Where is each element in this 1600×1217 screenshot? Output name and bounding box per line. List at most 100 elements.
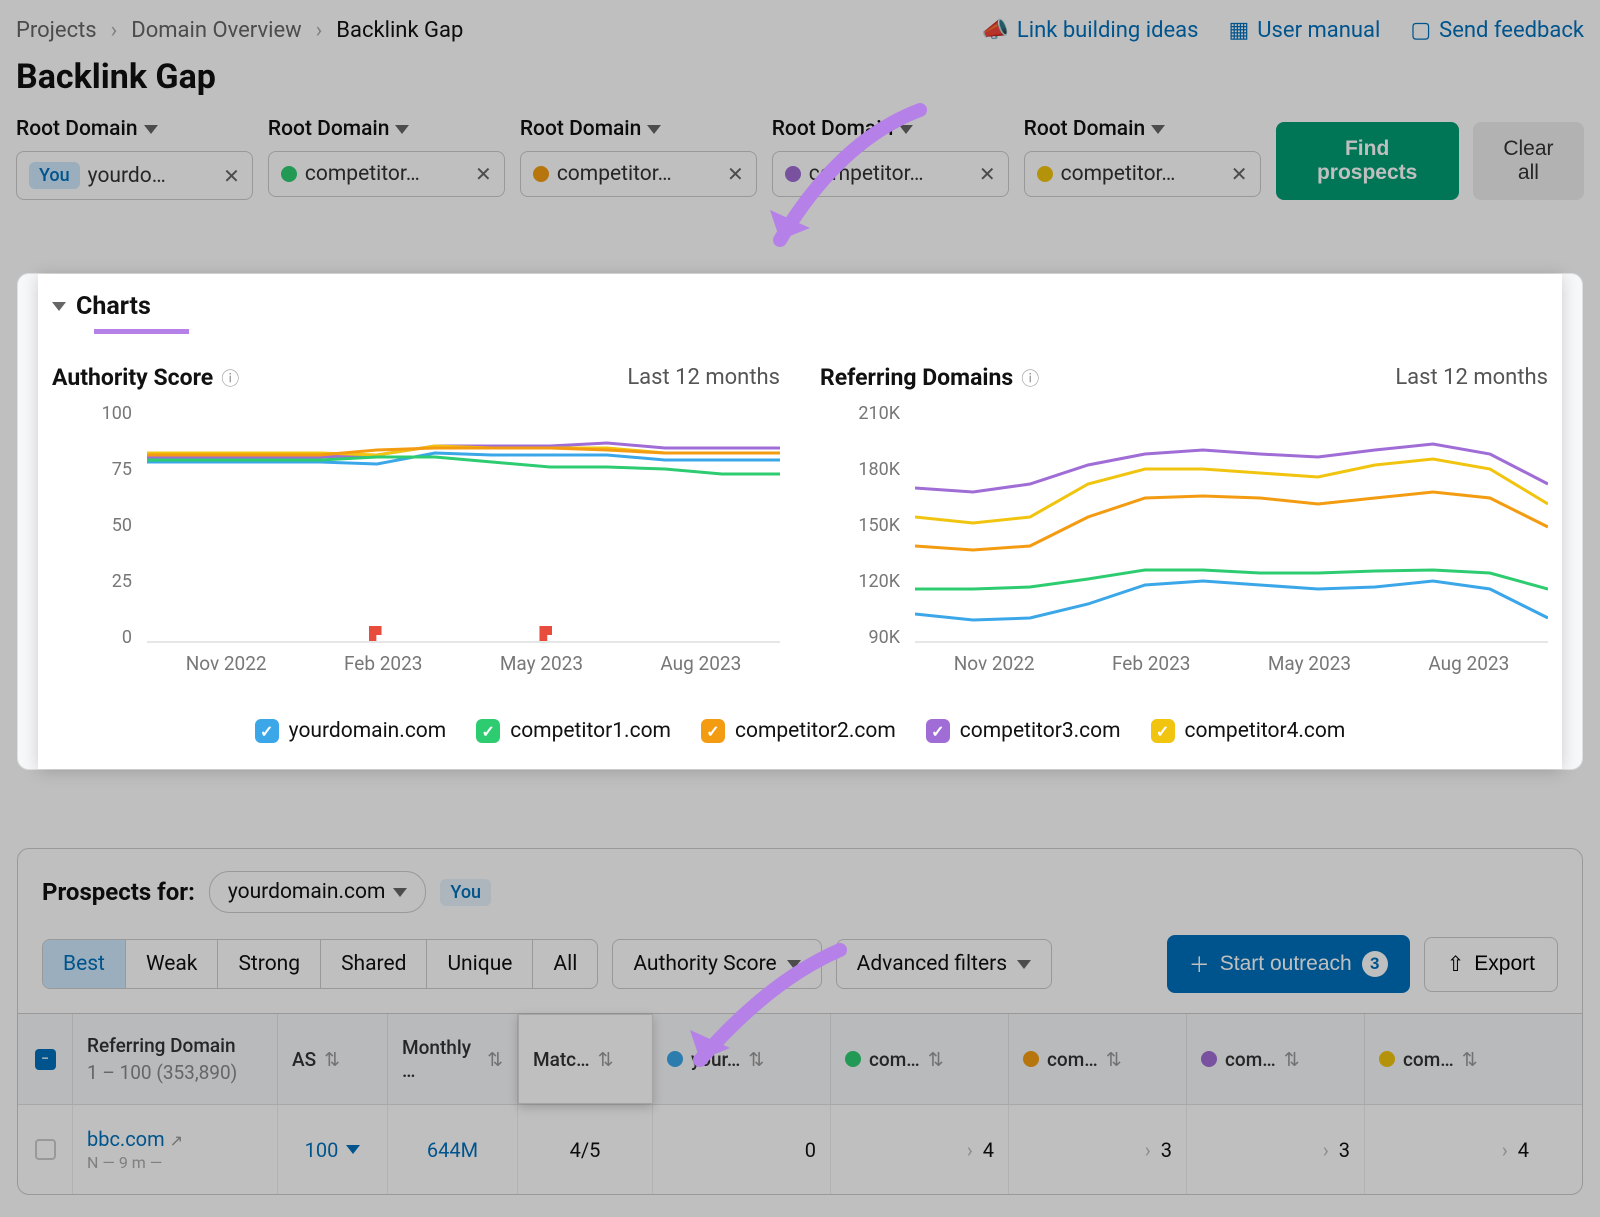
remove-domain-4[interactable]: ✕ bbox=[1231, 162, 1248, 186]
legend-competitor4[interactable]: ✓competitor4.com bbox=[1151, 719, 1346, 743]
col-referring-domain[interactable]: Referring Domain1 – 100 (353,890) bbox=[73, 1014, 278, 1104]
chevron-down-icon bbox=[395, 125, 409, 134]
legend-competitor3[interactable]: ✓competitor3.com bbox=[926, 719, 1121, 743]
cell-c4[interactable]: ›4 bbox=[1365, 1105, 1543, 1194]
col-match[interactable]: Matc…⇅ bbox=[518, 1014, 653, 1104]
seg-strong[interactable]: Strong bbox=[218, 940, 321, 988]
color-dot-green bbox=[845, 1051, 861, 1067]
page-title: Backlink Gap bbox=[0, 53, 1600, 117]
chevron-right-icon: › bbox=[967, 1138, 973, 1162]
domain-input-3[interactable]: competitor… ✕ bbox=[772, 151, 1009, 197]
remove-domain-0[interactable]: ✕ bbox=[223, 164, 240, 188]
col-comp4[interactable]: com…⇅ bbox=[1365, 1014, 1543, 1104]
referring-period: Last 12 months bbox=[1395, 365, 1548, 390]
cell-c2[interactable]: ›3 bbox=[1009, 1105, 1187, 1194]
find-prospects-button[interactable]: Find prospects bbox=[1276, 122, 1459, 200]
link-building-ideas[interactable]: 📣Link building ideas bbox=[981, 18, 1198, 43]
info-icon[interactable]: ⓘ bbox=[221, 365, 239, 391]
domain-input-0[interactable]: You yourdo… ✕ bbox=[16, 151, 253, 200]
sort-icon: ⇅ bbox=[1106, 1048, 1122, 1071]
cell-c1[interactable]: ›4 bbox=[831, 1105, 1009, 1194]
book-icon: ▦ bbox=[1228, 18, 1249, 43]
clear-all-button[interactable]: Clear all bbox=[1473, 122, 1584, 200]
domain-type-select-1[interactable]: Root Domain bbox=[268, 117, 505, 141]
cell-your: 0 bbox=[653, 1105, 831, 1194]
authority-score-filter[interactable]: Authority Score bbox=[612, 939, 821, 989]
domain-input-4[interactable]: competitor… ✕ bbox=[1024, 151, 1261, 197]
color-dot-blue bbox=[667, 1051, 683, 1067]
sort-icon: ⇅ bbox=[598, 1048, 614, 1071]
chevron-down-icon bbox=[52, 302, 66, 311]
chevron-right-icon: › bbox=[1145, 1138, 1151, 1162]
color-dot-purple bbox=[785, 166, 801, 182]
remove-domain-3[interactable]: ✕ bbox=[979, 162, 996, 186]
check-icon: ✓ bbox=[255, 719, 279, 743]
you-badge: You bbox=[29, 162, 80, 189]
domain-type-select-2[interactable]: Root Domain bbox=[520, 117, 757, 141]
color-dot-green bbox=[281, 166, 297, 182]
col-monthly[interactable]: Monthly …⇅ bbox=[388, 1014, 518, 1104]
segment-filter: Best Weak Strong Shared Unique All bbox=[42, 939, 598, 989]
breadcrumb-projects[interactable]: Projects bbox=[16, 18, 97, 43]
you-badge: You bbox=[440, 879, 491, 906]
domain-input-2[interactable]: competitor… ✕ bbox=[520, 151, 757, 197]
col-comp2[interactable]: com…⇅ bbox=[1009, 1014, 1187, 1104]
cell-monthly: 644M bbox=[388, 1105, 518, 1194]
color-dot-orange bbox=[533, 166, 549, 182]
megaphone-icon: 📣 bbox=[981, 18, 1008, 43]
seg-best[interactable]: Best bbox=[43, 940, 126, 988]
check-icon: ✓ bbox=[1151, 719, 1175, 743]
legend-competitor2[interactable]: ✓competitor2.com bbox=[701, 719, 896, 743]
domain-input-1[interactable]: competitor… ✕ bbox=[268, 151, 505, 197]
chevron-down-icon bbox=[144, 125, 158, 134]
cell-domain[interactable]: bbc.com ↗N — 9 m — bbox=[73, 1105, 278, 1194]
breadcrumb-overview[interactable]: Domain Overview bbox=[131, 18, 301, 43]
legend-competitor1[interactable]: ✓competitor1.com bbox=[476, 719, 671, 743]
row-checkbox[interactable] bbox=[35, 1139, 56, 1160]
referring-chart: 210K 180K 150K 120K 90K bbox=[820, 411, 1548, 691]
table-header: − Referring Domain1 – 100 (353,890) AS⇅ … bbox=[18, 1013, 1582, 1104]
color-dot-purple bbox=[1201, 1051, 1217, 1067]
charts-panel: Charts Authority Scoreⓘ Last 12 months 1… bbox=[17, 273, 1583, 770]
info-icon[interactable]: ⓘ bbox=[1021, 365, 1039, 391]
remove-domain-2[interactable]: ✕ bbox=[727, 162, 744, 186]
col-your[interactable]: your…⇅ bbox=[653, 1014, 831, 1104]
cell-c3[interactable]: ›3 bbox=[1187, 1105, 1365, 1194]
referring-domains-title: Referring Domainsⓘ bbox=[820, 364, 1039, 391]
seg-unique[interactable]: Unique bbox=[427, 940, 533, 988]
sort-icon: ⇅ bbox=[748, 1048, 764, 1071]
charts-toggle[interactable]: Charts bbox=[38, 274, 1562, 329]
send-feedback-link[interactable]: ▢Send feedback bbox=[1410, 18, 1584, 43]
sort-icon: ⇅ bbox=[487, 1048, 503, 1071]
sort-icon: ⇅ bbox=[1284, 1048, 1300, 1071]
col-comp1[interactable]: com…⇅ bbox=[831, 1014, 1009, 1104]
remove-domain-1[interactable]: ✕ bbox=[475, 162, 492, 186]
chevron-down-icon bbox=[787, 960, 801, 969]
sort-icon: ⇅ bbox=[1462, 1048, 1478, 1071]
seg-all[interactable]: All bbox=[533, 940, 597, 988]
col-comp3[interactable]: com…⇅ bbox=[1187, 1014, 1365, 1104]
color-dot-yellow bbox=[1379, 1051, 1395, 1067]
check-icon: ✓ bbox=[926, 719, 950, 743]
domain-type-select-4[interactable]: Root Domain bbox=[1024, 117, 1261, 141]
chevron-right-icon: › bbox=[111, 18, 118, 43]
start-outreach-button[interactable]: ＋Start outreach3 bbox=[1167, 935, 1410, 993]
prospects-domain-select[interactable]: yourdomain.com bbox=[209, 871, 427, 913]
outreach-count-badge: 3 bbox=[1362, 951, 1388, 977]
export-button[interactable]: ⇧Export bbox=[1424, 937, 1558, 992]
domain-type-select-0[interactable]: Root Domain bbox=[16, 117, 253, 141]
advanced-filters[interactable]: Advanced filters bbox=[836, 939, 1052, 989]
chevron-down-icon bbox=[346, 1145, 360, 1154]
sort-icon: ⇅ bbox=[928, 1048, 944, 1071]
check-icon: ✓ bbox=[476, 719, 500, 743]
cell-as[interactable]: 100 bbox=[278, 1105, 388, 1194]
user-manual-link[interactable]: ▦User manual bbox=[1228, 18, 1380, 43]
seg-shared[interactable]: Shared bbox=[321, 940, 427, 988]
select-all-checkbox[interactable]: − bbox=[35, 1049, 56, 1070]
col-as[interactable]: AS⇅ bbox=[278, 1014, 388, 1104]
seg-weak[interactable]: Weak bbox=[126, 940, 219, 988]
domain-type-select-3[interactable]: Root Domain bbox=[772, 117, 1009, 141]
sort-icon: ⇅ bbox=[324, 1048, 340, 1071]
legend-yourdomain[interactable]: ✓yourdomain.com bbox=[255, 719, 447, 743]
chart-legend: ✓yourdomain.com ✓competitor1.com ✓compet… bbox=[38, 691, 1562, 743]
